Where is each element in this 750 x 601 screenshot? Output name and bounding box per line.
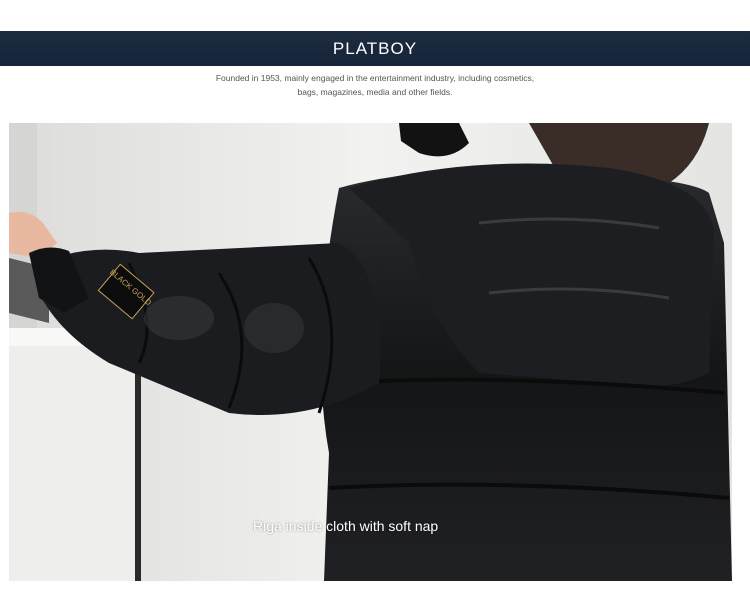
description-line-2: bags, magazines, media and other fields. <box>297 87 453 97</box>
brand-title: PLATBOY <box>332 38 418 58</box>
description-line-1: Founded in 1953, mainly engaged in the e… <box>215 73 535 83</box>
jacket-illustration <box>9 123 732 581</box>
photo-caption: Riga inside cloth with soft nap <box>253 518 439 534</box>
product-photo: BLACK GOLD Riga inside cloth with soft n… <box>9 123 732 581</box>
brand-banner: PLATBOY <box>0 31 750 66</box>
brand-description: Founded in 1953, mainly engaged in the e… <box>0 71 750 99</box>
